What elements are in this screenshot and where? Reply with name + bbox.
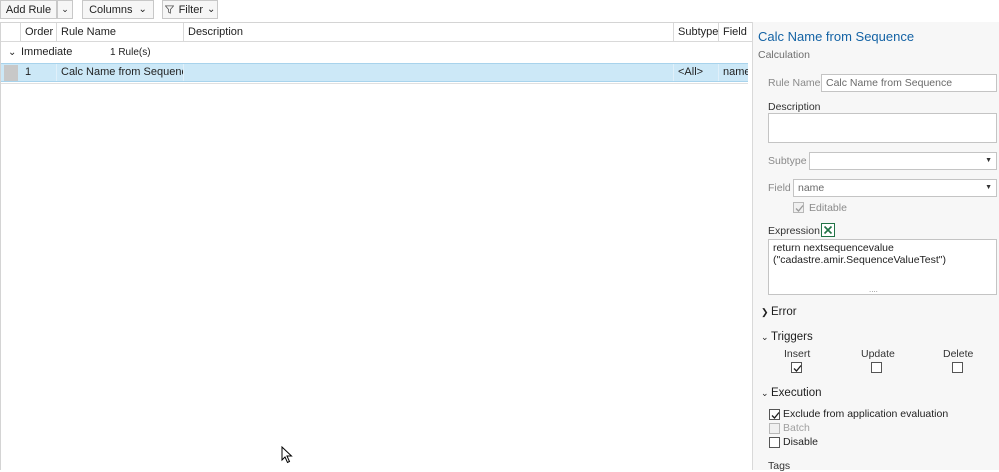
rules-toolbar: Add Rule ⌄ Columns ⌄ Filter ⌄ — [0, 0, 752, 22]
filter-label: Filter — [178, 3, 204, 16]
chevron-down-icon: ⌄ — [207, 4, 216, 15]
chevron-down-icon: ⌄ — [61, 4, 69, 14]
columns-button[interactable]: Columns ⌄ — [82, 0, 154, 19]
table-row[interactable]: 1 Calc Name from Sequence <All> name — [1, 63, 748, 82]
column-header-rule-name[interactable]: Rule Name — [57, 23, 184, 42]
batch-label: Batch — [783, 422, 810, 434]
group-count: 1 Rule(s) — [110, 47, 151, 58]
error-section-label: Error — [771, 306, 797, 318]
trigger-delete-label: Delete — [943, 348, 974, 360]
subtype-label: Subtype — [768, 155, 807, 167]
description-field[interactable] — [768, 113, 997, 143]
error-section-header[interactable]: ❯ Error — [761, 306, 797, 318]
chevron-down-icon: ⌄ — [761, 332, 769, 342]
rule-name-field[interactable]: Calc Name from Sequence — [821, 74, 997, 92]
group-name: Immediate — [21, 46, 73, 58]
column-header-subtype[interactable]: Subtype — [674, 23, 719, 42]
cell-rule-name[interactable]: Calc Name from Sequence — [57, 64, 184, 81]
panel-title: Calc Name from Sequence — [758, 29, 915, 44]
triggers-section-header[interactable]: ⌄ Triggers — [761, 331, 813, 343]
columns-label: Columns — [89, 3, 133, 16]
dropdown-arrow-icon: ▼ — [985, 157, 992, 164]
mouse-cursor-icon — [281, 446, 293, 464]
editable-checkbox[interactable] — [793, 202, 804, 213]
exclude-evaluation-checkbox[interactable] — [769, 409, 780, 420]
expression-resize-grip[interactable]: .... — [869, 284, 878, 294]
chevron-right-icon: ❯ — [761, 307, 769, 317]
trigger-delete-checkbox[interactable] — [952, 362, 963, 373]
field-value: name — [798, 182, 825, 194]
execution-section-label: Execution — [771, 387, 822, 399]
triggers-section-label: Triggers — [771, 331, 813, 343]
trigger-update-label: Update — [861, 348, 895, 360]
cell-order[interactable]: 1 — [21, 64, 57, 81]
rule-name-label: Rule Name — [768, 77, 821, 89]
chevron-down-icon: ⌄ — [138, 4, 147, 15]
dropdown-arrow-icon: ▼ — [985, 184, 992, 191]
expression-line-2: ("cadastre.amir.SequenceValueTest") — [773, 254, 947, 266]
add-rule-button[interactable]: Add Rule — [0, 0, 57, 19]
trigger-insert-checkbox[interactable] — [791, 362, 802, 373]
checkmark-icon — [795, 205, 804, 212]
grid-divider — [1, 83, 748, 84]
chevron-down-icon: ⌄ — [761, 388, 769, 398]
tags-label: Tags — [768, 460, 791, 472]
expression-builder-icon[interactable] — [821, 223, 835, 237]
subtype-dropdown[interactable]: ▼ — [809, 152, 997, 170]
field-label: Field — [768, 182, 791, 194]
description-label: Description — [768, 101, 821, 113]
field-dropdown[interactable]: name ▼ — [793, 179, 997, 197]
execution-section-header[interactable]: ⌄ Execution — [761, 387, 822, 399]
trigger-insert-label: Insert — [784, 348, 811, 360]
rule-properties-panel: Calc Name from Sequence Calculation Rule… — [753, 22, 999, 472]
batch-checkbox[interactable] — [769, 423, 780, 434]
rules-grid: Order Rule Name Description Subtype Fiel… — [0, 22, 753, 470]
expression-label: Expression — [768, 225, 820, 237]
column-header-description[interactable]: Description — [184, 23, 674, 42]
expression-line-1: return nextsequencevalue — [773, 242, 894, 254]
chevron-down-icon[interactable]: ⌄ — [8, 43, 16, 62]
column-header-order[interactable]: Order — [21, 23, 57, 42]
add-rule-label: Add Rule — [5, 3, 52, 16]
column-header-field[interactable]: Field — [719, 23, 753, 42]
exclude-evaluation-label: Exclude from application evaluation — [783, 408, 949, 420]
add-rule-dropdown-button[interactable]: ⌄ — [57, 0, 73, 19]
checkmark-icon — [771, 412, 780, 419]
group-row-immediate[interactable]: ⌄ Immediate 1 Rule(s) — [1, 43, 753, 62]
checkmark-icon — [793, 365, 802, 372]
disable-label: Disable — [783, 436, 819, 448]
cell-subtype[interactable]: <All> — [674, 64, 719, 81]
disable-checkbox[interactable] — [769, 437, 780, 448]
header-row-selector — [1, 23, 21, 42]
filter-button[interactable]: Filter ⌄ — [162, 0, 218, 19]
cell-field[interactable]: name — [719, 64, 748, 81]
trigger-update-checkbox[interactable] — [871, 362, 882, 373]
grid-header: Order Rule Name Description Subtype Fiel… — [1, 23, 753, 42]
editable-label: Editable — [809, 202, 847, 214]
expression-field[interactable]: return nextsequencevalue ("cadastre.amir… — [768, 239, 997, 295]
panel-subtitle: Calculation — [758, 49, 810, 61]
cell-description[interactable] — [184, 64, 674, 81]
row-selector[interactable] — [4, 65, 18, 81]
filter-icon — [164, 5, 174, 14]
